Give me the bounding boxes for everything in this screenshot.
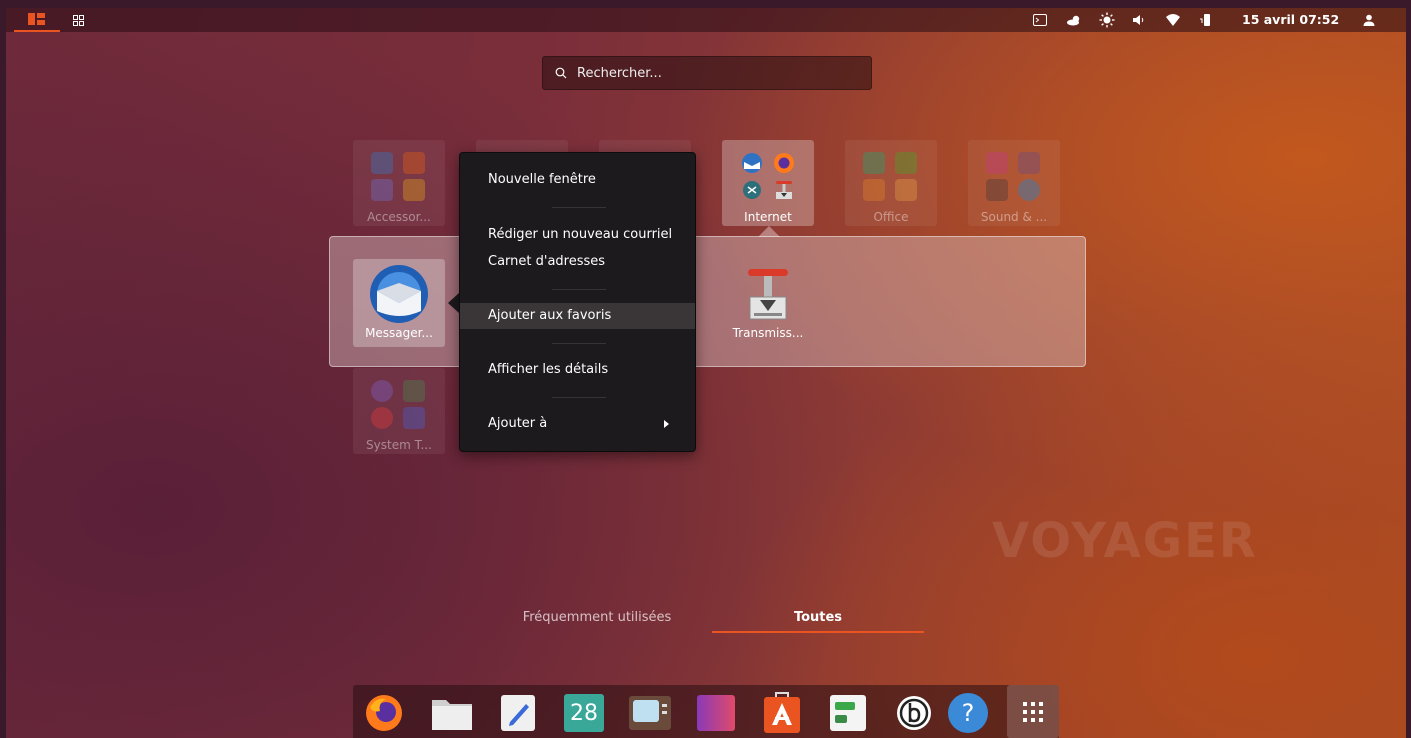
menu-separator xyxy=(552,397,606,398)
display-icon xyxy=(403,407,425,429)
show-apps-icon xyxy=(1023,701,1043,722)
show-applications-button[interactable] xyxy=(1007,685,1059,738)
menu-separator xyxy=(552,289,606,290)
weather-icon[interactable] xyxy=(1063,8,1085,32)
menu-item-label: Ajouter à xyxy=(488,416,548,431)
calendar-day: 28 xyxy=(570,700,598,726)
calculator-icon xyxy=(371,179,393,201)
speaker-icon xyxy=(986,152,1008,174)
calendar-icon xyxy=(863,152,885,174)
calendar-icon: 28 xyxy=(564,694,604,732)
search-icon xyxy=(555,67,567,79)
dock-item-bleachbit[interactable] xyxy=(892,691,936,735)
dock-item-video-player[interactable] xyxy=(628,691,672,735)
thunderbird-icon xyxy=(370,265,428,323)
menu-item-add-favorites[interactable]: Ajouter aux favoris xyxy=(460,303,695,329)
disk-usage-icon xyxy=(371,380,393,402)
video-player-icon xyxy=(629,696,671,730)
dock-item-software-center[interactable] xyxy=(760,691,804,735)
menu-item-address-book[interactable]: Carnet d'adresses xyxy=(460,249,695,275)
tab-frequent[interactable]: Fréquemment utilisées xyxy=(514,610,680,632)
firefox-icon xyxy=(366,695,402,731)
user-icon[interactable] xyxy=(1358,8,1380,32)
folder-internet[interactable]: Internet xyxy=(722,140,814,226)
help-icon xyxy=(371,152,393,174)
colors-app-icon xyxy=(697,695,735,731)
context-menu-pointer xyxy=(448,293,459,313)
document-icon xyxy=(895,179,917,201)
folder-label: System T... xyxy=(366,438,432,452)
files-icon xyxy=(432,700,472,730)
menu-separator xyxy=(552,343,606,344)
folder-accessories[interactable]: Accessor... xyxy=(353,140,445,226)
presentation-icon xyxy=(863,179,885,201)
desktop: 15 avril 07:52 Accessor... Internet xyxy=(6,8,1406,738)
tab-all[interactable]: Toutes xyxy=(712,610,924,632)
clock[interactable]: 15 avril 07:52 xyxy=(1242,8,1339,32)
spreadsheet-icon xyxy=(895,152,917,174)
dock-item-text-editor[interactable] xyxy=(496,691,540,735)
menu-item-compose[interactable]: Rédiger un nouveau courriel xyxy=(460,222,695,248)
colors-icon xyxy=(403,179,425,201)
internet-folder-panel: Messager... Transmiss... xyxy=(329,236,1086,367)
brightness-icon[interactable] xyxy=(1096,8,1118,32)
menu-separator xyxy=(552,207,606,208)
watermark: VOYAGER xyxy=(992,513,1258,569)
app-transmission[interactable]: Transmiss... xyxy=(722,259,814,347)
folder-office[interactable]: Office xyxy=(845,140,937,226)
wifi-icon[interactable] xyxy=(1162,8,1184,32)
ubuntu-activities-icon xyxy=(28,13,45,25)
software-center-icon xyxy=(764,692,800,733)
menu-item-new-window[interactable]: Nouvelle fenêtre xyxy=(460,167,695,193)
app-grid-button[interactable] xyxy=(68,8,88,32)
folder-sound-video[interactable]: Sound & ... xyxy=(968,140,1060,226)
transmission-icon xyxy=(748,269,788,320)
thunderbird-icon xyxy=(742,153,762,173)
folder-label: Office xyxy=(873,210,909,224)
tools-icon xyxy=(403,152,425,174)
pie-icon xyxy=(371,407,393,429)
dock-item-firefox[interactable] xyxy=(362,691,406,735)
search-box[interactable] xyxy=(542,56,872,90)
system-monitor-icon xyxy=(830,695,866,731)
context-menu: Nouvelle fenêtre Rédiger un nouveau cour… xyxy=(459,152,696,452)
video-icon xyxy=(986,179,1008,201)
equalizer-icon xyxy=(1018,179,1040,201)
text-editor-icon xyxy=(501,695,535,731)
battery-icon[interactable] xyxy=(1194,8,1216,32)
search-input[interactable] xyxy=(575,64,849,82)
menu-item-add-to[interactable]: Ajouter à xyxy=(460,411,695,437)
submenu-arrow-icon xyxy=(664,420,669,428)
help-icon: ? xyxy=(948,693,988,733)
dock-item-system-monitor[interactable] xyxy=(826,691,870,735)
folder-label: Internet xyxy=(744,210,792,224)
activities-button[interactable] xyxy=(14,8,60,32)
bleachbit-icon xyxy=(897,696,931,730)
dock-item-calendar[interactable]: 28 xyxy=(562,691,606,735)
dock: 28 ? xyxy=(353,685,1059,738)
dock-item-files[interactable] xyxy=(430,691,474,735)
folder-label: Accessor... xyxy=(367,210,431,224)
app-label: Messager... xyxy=(365,326,433,340)
app-label: Transmiss... xyxy=(732,326,804,340)
folder-system-tools[interactable]: System T... xyxy=(353,368,445,454)
media-icon xyxy=(1018,152,1040,174)
tab-active-indicator xyxy=(712,631,924,633)
grid-small-icon xyxy=(72,14,84,26)
monitor-icon xyxy=(403,380,425,402)
app-thunderbird[interactable]: Messager... xyxy=(353,259,445,347)
folder-label: Sound & ... xyxy=(980,210,1048,224)
dock-item-help[interactable]: ? xyxy=(946,691,990,735)
dock-item-colors[interactable] xyxy=(694,691,738,735)
remmina-icon xyxy=(743,181,761,199)
terminal-icon[interactable] xyxy=(1029,8,1051,32)
firefox-icon xyxy=(774,153,794,173)
transmission-icon xyxy=(776,181,792,199)
volume-icon[interactable] xyxy=(1128,8,1150,32)
top-bar: 15 avril 07:52 xyxy=(6,8,1406,32)
menu-item-show-details[interactable]: Afficher les détails xyxy=(460,357,695,383)
